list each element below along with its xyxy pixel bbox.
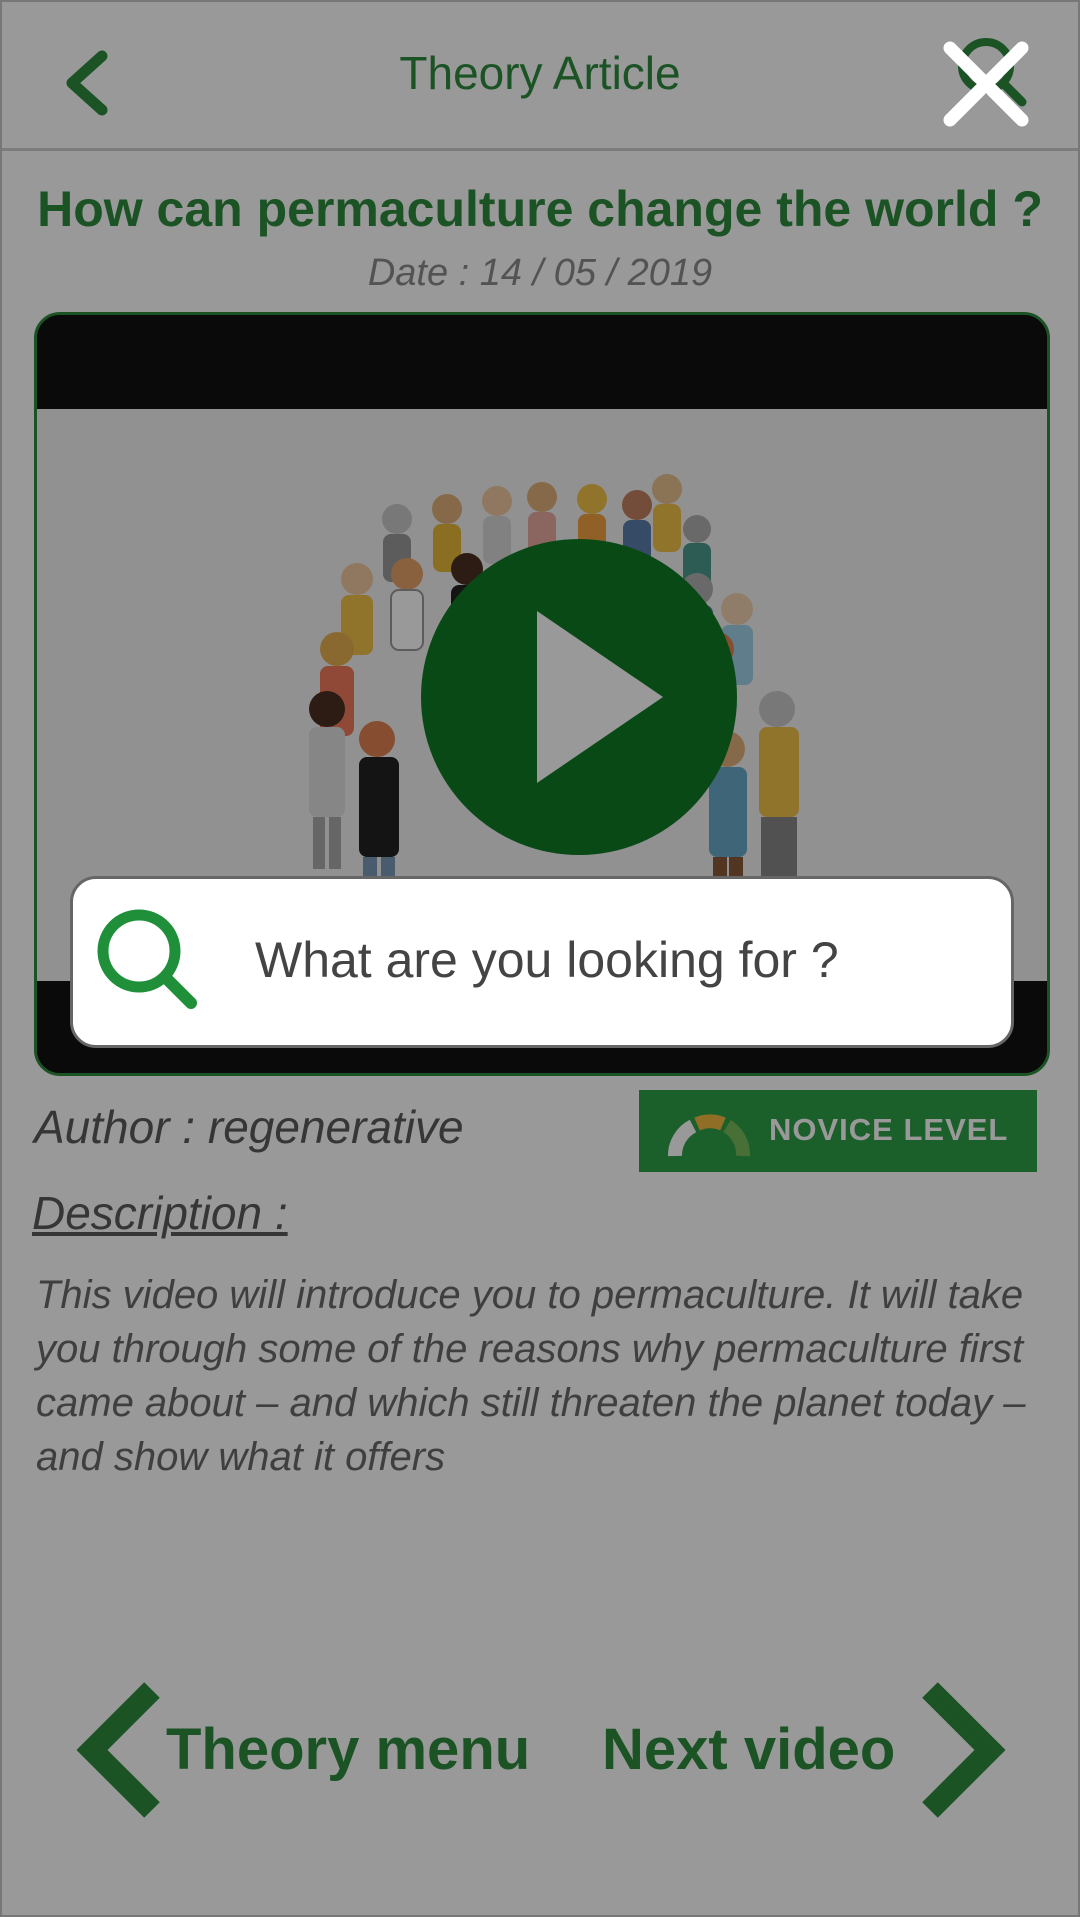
close-icon: [943, 41, 1029, 127]
search-input[interactable]: [253, 909, 977, 1011]
close-button[interactable]: [936, 34, 1036, 134]
search-box: [70, 876, 1014, 1048]
search-overlay[interactable]: [0, 0, 1080, 1917]
search-icon: [97, 909, 197, 1009]
